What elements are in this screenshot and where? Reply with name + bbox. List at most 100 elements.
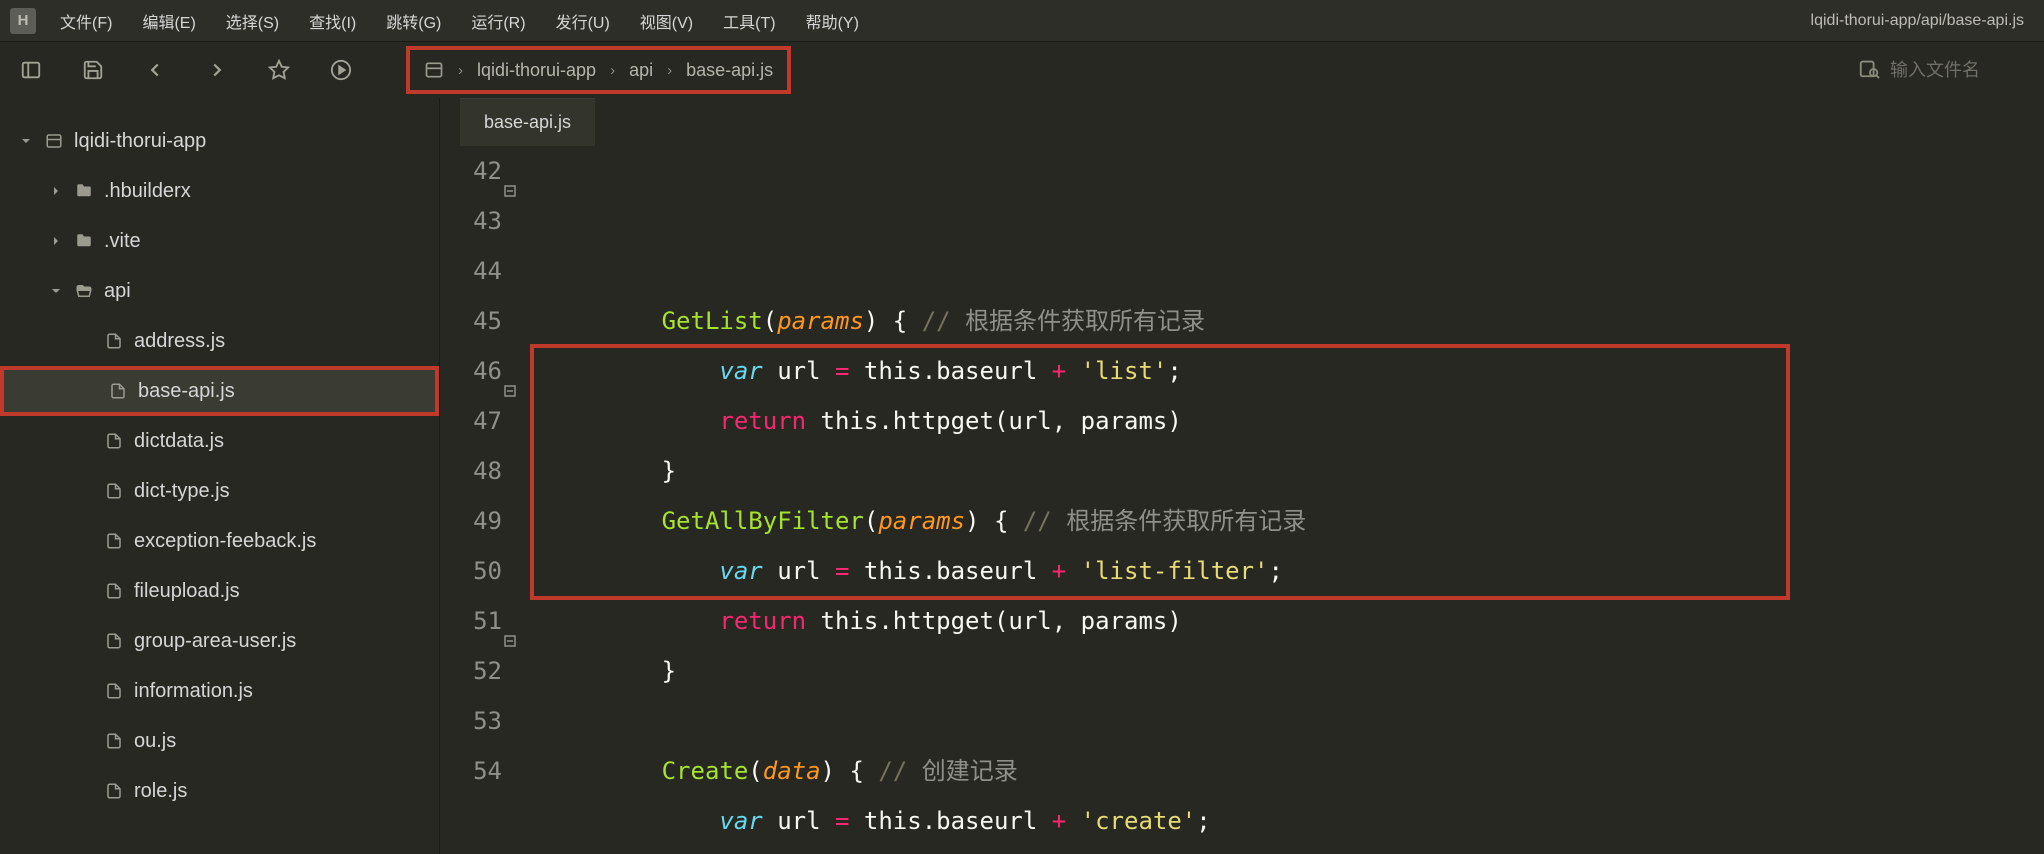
menu-item[interactable]: 查找(I) [303,5,362,37]
menu-item[interactable]: 帮助(Y) [800,5,865,37]
tree-file[interactable]: base-api.js [0,366,439,416]
code-line[interactable] [546,696,2044,746]
fold-icon[interactable] [504,614,516,626]
nav-back-button[interactable] [138,53,172,87]
fold-icon[interactable] [504,364,516,376]
file-icon [104,732,124,750]
code-line[interactable]: } [546,646,2044,696]
code-line[interactable]: GetList(params) { // 根据条件获取所有记录 [546,296,2044,346]
line-number[interactable]: 53 [440,696,502,746]
tree-item-label: ou.js [134,730,176,753]
file-icon [104,582,124,600]
project-icon [44,132,64,150]
chevron-down-icon[interactable] [48,285,64,297]
chevron-right-icon: › [667,62,672,79]
tree-folder[interactable]: .vite [0,216,439,266]
file-icon [108,382,128,400]
editor-tabs: base-api.js [440,98,2044,146]
line-number[interactable]: 48 [440,446,502,496]
chevron-right-icon[interactable] [48,185,64,197]
title-path: lqidi-thorui-app/api/base-api.js [1811,12,2034,30]
line-number[interactable]: 47 [440,396,502,446]
file-icon [104,532,124,550]
chevron-right-icon: › [610,62,615,79]
line-number[interactable]: 52 [440,646,502,696]
tree-file[interactable]: information.js [0,666,439,716]
code-line[interactable]: return this.httppost(url, data) [546,846,2044,854]
tab-base-api[interactable]: base-api.js [460,98,595,146]
line-number[interactable]: 44 [440,246,502,296]
tree-file[interactable]: dict-type.js [0,466,439,516]
menu-item[interactable]: 选择(S) [220,5,285,37]
toolbar: › lqidi-thorui-app › api › base-api.js [0,42,2044,98]
code-editor[interactable]: 42434445464748495051525354 GetList(param… [440,146,2044,854]
menu-item[interactable]: 跳转(G) [380,5,447,37]
tree-folder[interactable]: .hbuilderx [0,166,439,216]
app-logo-icon: H [10,8,36,34]
code-line[interactable]: return this.httpget(url, params) [546,596,2044,646]
tree-folder-api[interactable]: api [0,266,439,316]
favorite-button[interactable] [262,53,296,87]
tree-file[interactable]: role.js [0,766,439,816]
tree-item-label: role.js [134,780,187,803]
breadcrumb-part[interactable]: lqidi-thorui-app [477,60,596,81]
file-icon [104,332,124,350]
menu-item[interactable]: 运行(R) [465,5,531,37]
tree-item-label: api [104,280,131,303]
tree-item-label: .vite [104,230,141,253]
tree-item-label: exception-feeback.js [134,530,316,553]
menu-item[interactable]: 编辑(E) [136,5,201,37]
file-icon [104,682,124,700]
code-line[interactable]: Create(data) { // 创建记录 [546,746,2044,796]
tree-file[interactable]: fileupload.js [0,566,439,616]
chevron-right-icon: › [458,62,463,79]
tree-item-label: base-api.js [138,380,235,403]
tree-item-label: address.js [134,330,225,353]
tree-item-label: information.js [134,680,253,703]
file-icon [104,482,124,500]
save-button[interactable] [76,53,110,87]
file-icon [104,782,124,800]
line-number[interactable]: 43 [440,196,502,246]
folder-icon [74,232,94,250]
tree-file[interactable]: exception-feeback.js [0,516,439,566]
line-number[interactable]: 49 [440,496,502,546]
tree-item-label: .hbuilderx [104,180,191,203]
chevron-right-icon[interactable] [48,235,64,247]
run-button[interactable] [324,53,358,87]
search-icon [1858,57,1880,83]
menu-item[interactable]: 发行(U) [550,5,616,37]
line-number[interactable]: 42 [440,146,502,196]
tree-file[interactable]: group-area-user.js [0,616,439,666]
menu-item[interactable]: 工具(T) [717,5,781,37]
file-icon [104,432,124,450]
tree-item-label: group-area-user.js [134,630,296,653]
tree-file[interactable]: address.js [0,316,439,366]
fold-icon[interactable] [504,164,516,176]
menu-item[interactable]: 文件(F) [54,5,118,37]
file-icon [104,632,124,650]
chevron-down-icon[interactable] [18,135,34,147]
sidebar-toggle-button[interactable] [14,53,48,87]
search-input[interactable] [1890,60,2030,81]
folder-open-icon [74,282,94,300]
breadcrumb-part[interactable]: api [629,60,653,81]
breadcrumb-project-icon [424,60,444,80]
line-number[interactable]: 45 [440,296,502,346]
line-number[interactable]: 51 [440,596,502,646]
line-number[interactable]: 46 [440,346,502,396]
file-explorer: lqidi-thorui-app .hbuilderx .vite api addres… [0,98,440,854]
tree-file[interactable]: ou.js [0,716,439,766]
tree-root[interactable]: lqidi-thorui-app [0,116,439,166]
tree-file[interactable]: dictdata.js [0,416,439,466]
nav-forward-button[interactable] [200,53,234,87]
folder-icon [74,182,94,200]
code-line[interactable]: var url = this.baseurl + 'create'; [546,796,2044,846]
line-number[interactable]: 54 [440,746,502,796]
menubar: H 文件(F) 编辑(E) 选择(S) 查找(I) 跳转(G) 运行(R) 发行(U) 视图(… [0,0,2044,42]
line-number[interactable]: 50 [440,546,502,596]
highlight-region [530,344,1790,600]
tree-item-label: lqidi-thorui-app [74,130,206,153]
menu-item[interactable]: 视图(V) [634,5,699,37]
breadcrumb-part[interactable]: base-api.js [686,60,773,81]
